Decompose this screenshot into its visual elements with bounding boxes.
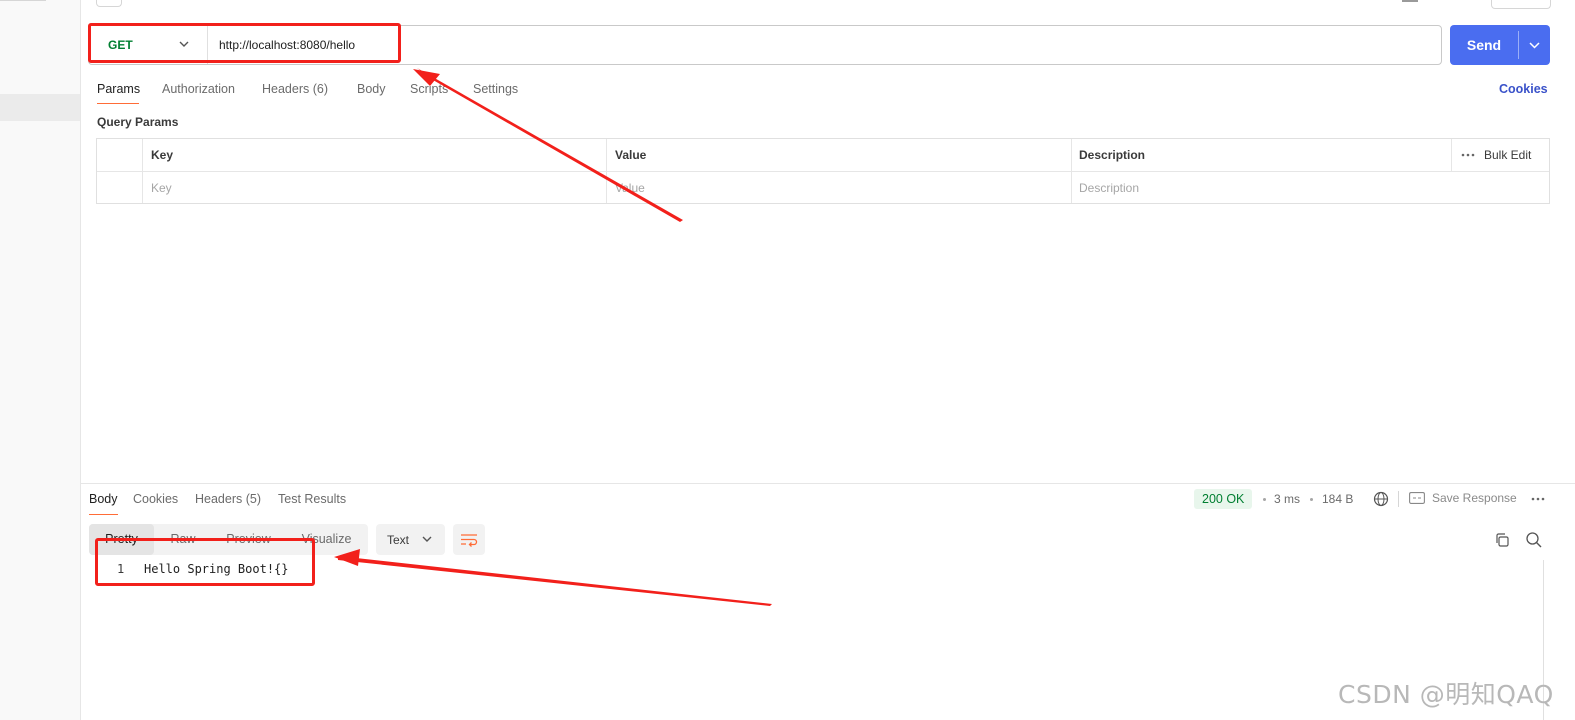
- annotation-arrows: [334, 68, 772, 606]
- annotation-arrow-response: [338, 556, 772, 606]
- watermark: CSDN @明知QAQ: [1338, 680, 1554, 709]
- annotation-arrow-url: [417, 68, 683, 222]
- annotation-arrowhead-url: [413, 69, 440, 86]
- annotation-arrowhead-response: [334, 549, 360, 566]
